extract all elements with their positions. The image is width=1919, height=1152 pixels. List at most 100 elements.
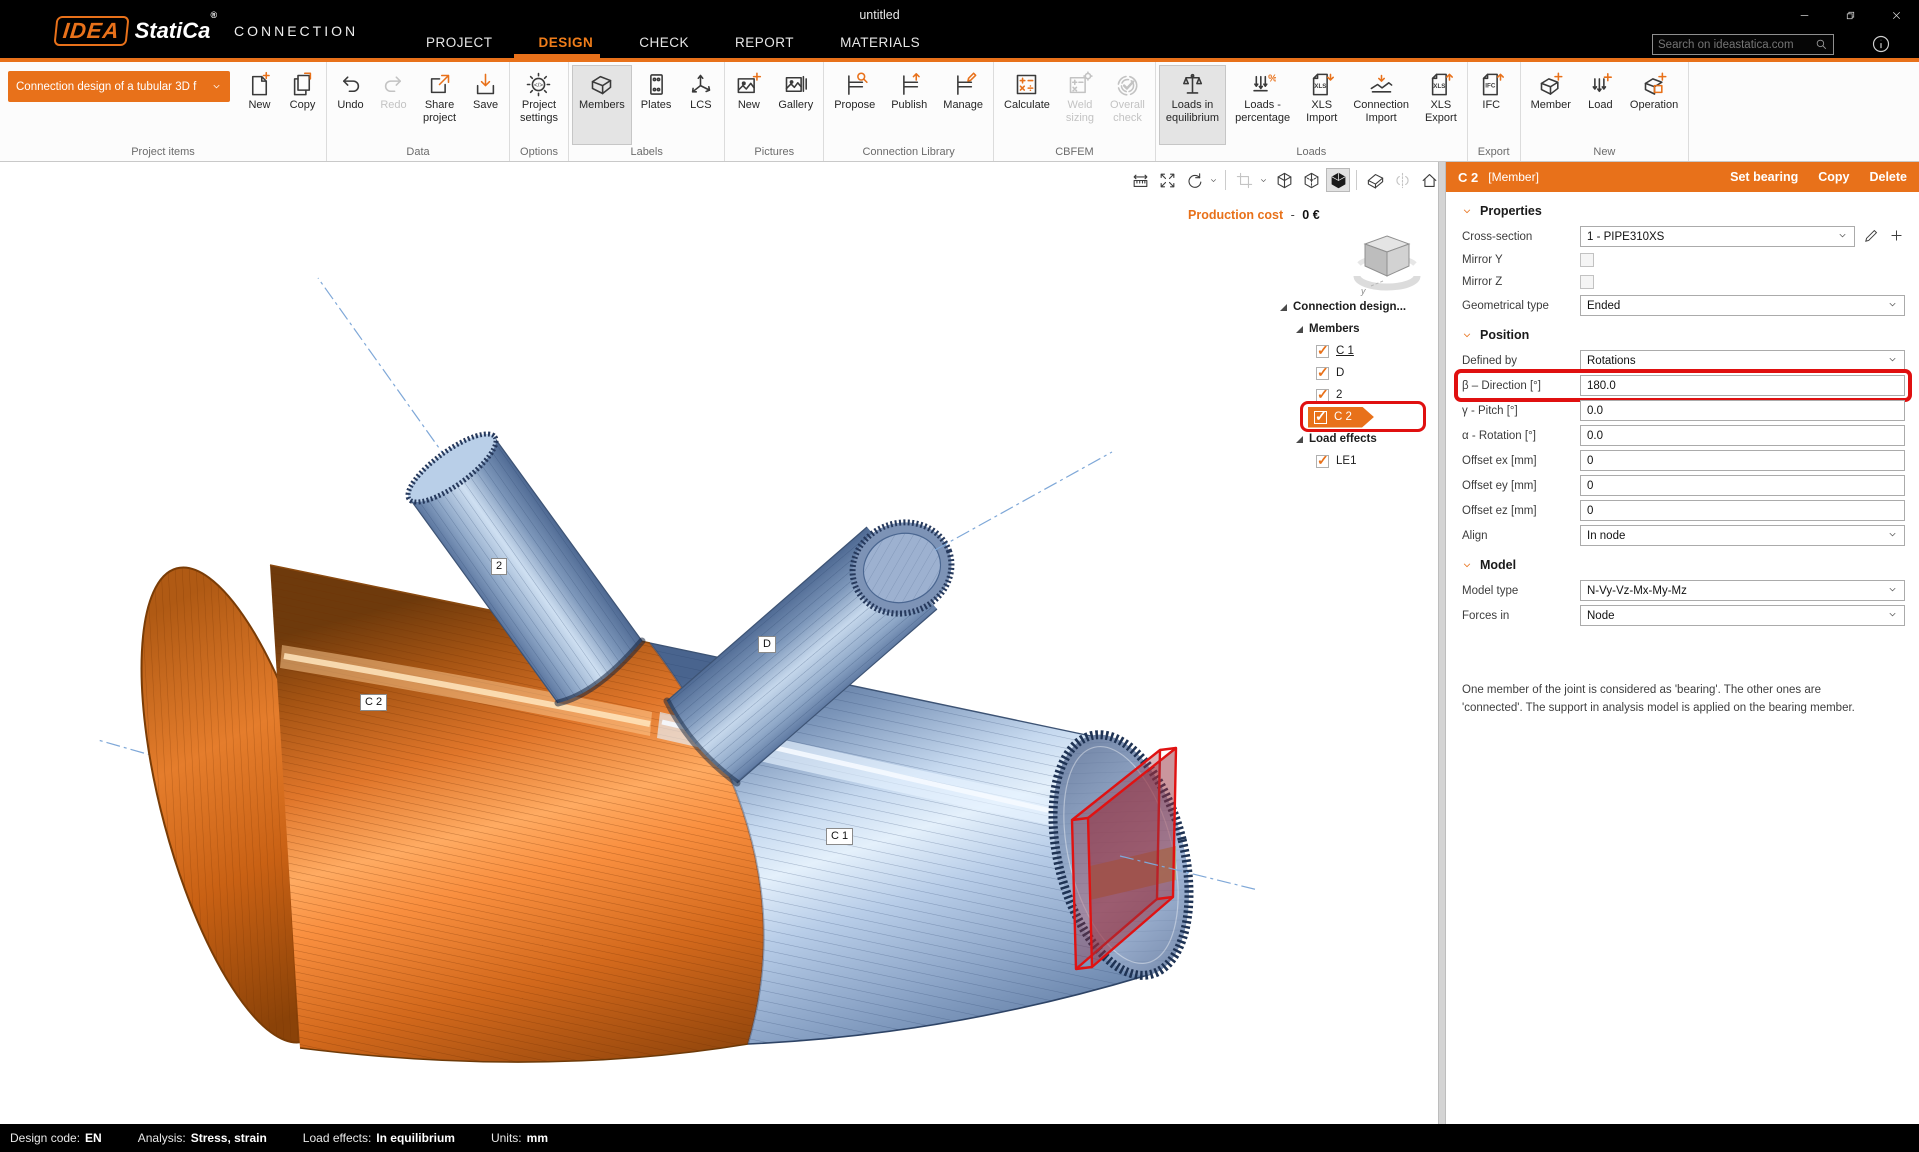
chevron-down-icon bbox=[1887, 354, 1898, 368]
calculate-button[interactable]: Calculate bbox=[997, 65, 1057, 145]
cube-wire-view-icon[interactable] bbox=[1272, 168, 1296, 192]
align-select[interactable]: In node bbox=[1580, 525, 1905, 546]
minimize-button[interactable] bbox=[1781, 0, 1827, 30]
ribbon-group-cbfem: CalculateWeld sizingOverall checkCBFEM bbox=[994, 62, 1156, 161]
section-collapse-icon[interactable] bbox=[1462, 560, 1472, 570]
member-label: Member bbox=[1531, 99, 1571, 112]
share-project-button[interactable]: Share project bbox=[416, 65, 463, 145]
panel-splitter[interactable] bbox=[1438, 162, 1446, 1124]
menu-tab-materials[interactable]: MATERIALS bbox=[824, 30, 936, 58]
tree-group-members[interactable]: Members bbox=[1309, 323, 1360, 335]
project-type-dropdown[interactable]: Connection design of a tubular 3D f bbox=[8, 71, 230, 102]
offset-ey-mm-input[interactable]: 0 bbox=[1580, 475, 1905, 496]
offset-ex-mm-input[interactable]: 0 bbox=[1580, 450, 1905, 471]
fit-view-icon[interactable] bbox=[1155, 168, 1179, 192]
cube-solid-view-icon[interactable] bbox=[1326, 168, 1350, 192]
manage-button[interactable]: Manage bbox=[936, 65, 990, 145]
menu-tab-check[interactable]: CHECK bbox=[623, 30, 705, 58]
expander-icon[interactable] bbox=[1280, 304, 1287, 311]
redo-button: Redo bbox=[373, 65, 414, 145]
cross-section-select[interactable]: 1 - PIPE310XS bbox=[1580, 226, 1855, 247]
cross-section-label: Cross-section bbox=[1462, 231, 1580, 243]
checkbox-checked[interactable] bbox=[1316, 389, 1329, 402]
geometrical-type-select[interactable]: Ended bbox=[1580, 295, 1905, 316]
member-label-d[interactable]: D bbox=[758, 636, 776, 653]
cube-hidden-view-icon[interactable] bbox=[1299, 168, 1323, 192]
tree-item-le1[interactable]: LE1 bbox=[1280, 450, 1436, 472]
model-type-select[interactable]: N-Vy-Vz-Mx-My-Mz bbox=[1580, 580, 1905, 601]
checkbox-checked[interactable] bbox=[1316, 455, 1329, 468]
save-icon bbox=[472, 69, 499, 99]
direction-input[interactable]: 180.0 bbox=[1580, 375, 1905, 396]
3d-viewport[interactable]: Production cost - 0 € y Connection desig… bbox=[0, 162, 1438, 1124]
menu-tab-project[interactable]: PROJECT bbox=[410, 30, 509, 58]
save-button[interactable]: Save bbox=[465, 65, 506, 145]
mirror-y-checkbox[interactable] bbox=[1580, 253, 1594, 267]
set-bearing-action[interactable]: Set bearing bbox=[1730, 170, 1798, 184]
chevron-down-icon[interactable] bbox=[1259, 168, 1269, 192]
mirror-z-checkbox[interactable] bbox=[1580, 275, 1594, 289]
lcs-button[interactable]: LCS bbox=[680, 65, 721, 145]
copy-action[interactable]: Copy bbox=[1818, 170, 1849, 184]
checkbox-checked[interactable] bbox=[1314, 411, 1327, 424]
offset-ez-mm-input[interactable]: 0 bbox=[1580, 500, 1905, 521]
member-button[interactable]: Member bbox=[1524, 65, 1578, 145]
new-button[interactable]: New bbox=[728, 65, 769, 145]
forces-in-select[interactable]: Node bbox=[1580, 605, 1905, 626]
rotate-view-icon[interactable] bbox=[1182, 168, 1206, 192]
xls-export-button[interactable]: XLSXLS Export bbox=[1418, 65, 1464, 145]
gallery-button[interactable]: Gallery bbox=[771, 65, 820, 145]
tree-item-c-1[interactable]: C 1 bbox=[1280, 340, 1436, 362]
loads-percentage-button[interactable]: %Loads - percentage bbox=[1228, 65, 1297, 145]
home-view-icon[interactable] bbox=[1417, 168, 1438, 192]
delete-action[interactable]: Delete bbox=[1869, 170, 1907, 184]
member-label-2[interactable]: 2 bbox=[491, 558, 507, 575]
menu-tab-report[interactable]: REPORT bbox=[719, 30, 810, 58]
cut-view-icon[interactable] bbox=[1363, 168, 1387, 192]
tree-item-d[interactable]: D bbox=[1280, 362, 1436, 384]
measure-view-icon[interactable] bbox=[1128, 168, 1152, 192]
member-label-c-2[interactable]: C 2 bbox=[360, 694, 387, 711]
checkbox-checked[interactable] bbox=[1316, 367, 1329, 380]
member-label-c-1[interactable]: C 1 bbox=[826, 828, 853, 845]
tree-root-label[interactable]: Connection design... bbox=[1293, 301, 1406, 313]
defined-by-select[interactable]: Rotations bbox=[1580, 350, 1905, 371]
section-title-position: Position bbox=[1480, 328, 1529, 342]
search-box[interactable] bbox=[1652, 34, 1834, 55]
checkbox-checked[interactable] bbox=[1316, 345, 1329, 358]
project-settings-button[interactable]: </>Project settings bbox=[513, 65, 565, 145]
edit-pencil-icon[interactable] bbox=[1863, 227, 1880, 247]
search-input[interactable] bbox=[1658, 39, 1815, 51]
rotation-input[interactable]: 0.0 bbox=[1580, 425, 1905, 446]
tree-item-c-2[interactable]: C 2 bbox=[1280, 406, 1436, 428]
info-icon[interactable] bbox=[1871, 34, 1891, 54]
navigation-cube[interactable]: y bbox=[1345, 220, 1429, 304]
undo-button[interactable]: Undo bbox=[330, 65, 371, 145]
plates-button[interactable]: Plates bbox=[634, 65, 679, 145]
publish-button[interactable]: Publish bbox=[884, 65, 934, 145]
connection-import-button[interactable]: Connection Import bbox=[1346, 65, 1416, 145]
operation-button[interactable]: Operation bbox=[1623, 65, 1685, 145]
new-button[interactable]: New bbox=[239, 65, 280, 145]
svg-text:</>: </> bbox=[535, 81, 544, 88]
restore-button[interactable] bbox=[1827, 0, 1873, 30]
xls-import-button[interactable]: XLSXLS Import bbox=[1299, 65, 1344, 145]
expander-icon[interactable] bbox=[1296, 436, 1303, 443]
add-icon[interactable] bbox=[1888, 227, 1905, 247]
copy-button[interactable]: Copy bbox=[282, 65, 323, 145]
section-collapse-icon[interactable] bbox=[1462, 206, 1472, 216]
close-button[interactable] bbox=[1873, 0, 1919, 30]
tree-group-load-effects[interactable]: Load effects bbox=[1309, 433, 1377, 445]
loads-in-equilibrium-button[interactable]: Loads in equilibrium bbox=[1159, 65, 1226, 145]
weld-sizing-button: Weld sizing bbox=[1059, 65, 1101, 145]
members-button[interactable]: Members bbox=[572, 65, 632, 145]
section-collapse-icon[interactable] bbox=[1462, 330, 1472, 340]
ifc-button[interactable]: IFCIFC bbox=[1471, 65, 1512, 145]
expander-icon[interactable] bbox=[1296, 326, 1303, 333]
pitch-input[interactable]: 0.0 bbox=[1580, 400, 1905, 421]
chevron-down-icon[interactable] bbox=[1209, 168, 1219, 192]
propose-button[interactable]: Propose bbox=[827, 65, 882, 145]
tree-item-2[interactable]: 2 bbox=[1280, 384, 1436, 406]
status-units: Units:mm bbox=[491, 1131, 548, 1145]
load-button[interactable]: Load bbox=[1580, 65, 1621, 145]
